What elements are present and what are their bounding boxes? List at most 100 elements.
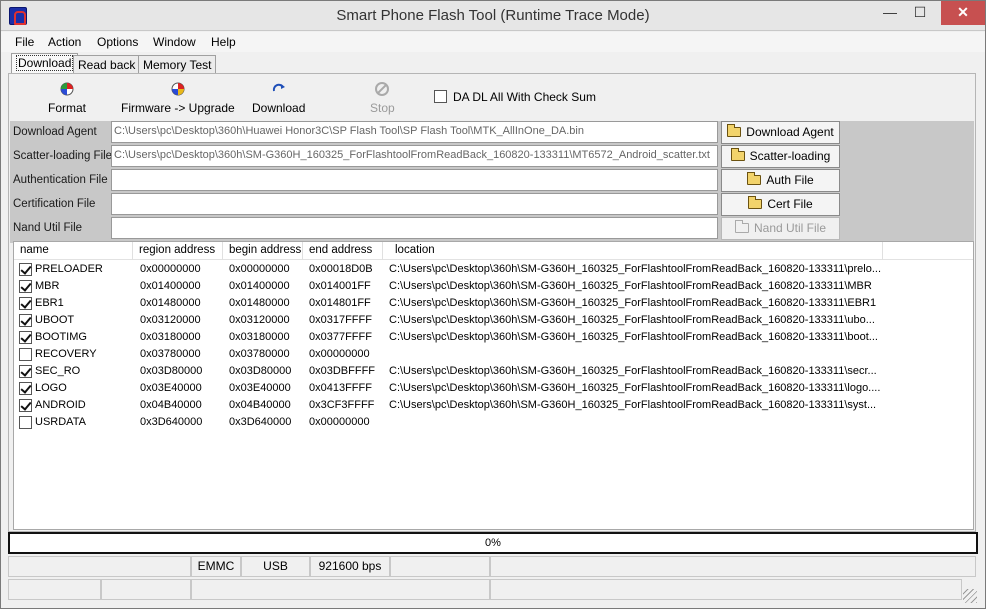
- status-cell-empty: [8, 579, 101, 600]
- firmware-upgrade-label: Firmware -> Upgrade: [121, 101, 235, 115]
- partition-name: LOGO: [35, 382, 67, 394]
- partition-checkbox[interactable]: [19, 382, 32, 395]
- status-cell-empty: [390, 556, 490, 577]
- menu-options[interactable]: Options: [97, 35, 138, 49]
- tab-read-back[interactable]: Read back: [73, 55, 141, 74]
- column-name[interactable]: name: [14, 242, 133, 260]
- partition-region: 0x03780000: [140, 348, 201, 360]
- table-row[interactable]: UBOOT 0x03120000 0x03120000 0x0317FFFF C:\Us…: [14, 312, 973, 329]
- column-location[interactable]: location: [383, 242, 883, 260]
- partition-name: BOOTIMG: [35, 331, 87, 343]
- stop-button[interactable]: Stop: [370, 81, 395, 115]
- firmware-upgrade-icon: [171, 82, 185, 96]
- partition-region: 0x01480000: [140, 297, 201, 309]
- auth-row: Authentication File Auth File: [10, 169, 974, 193]
- title-bar[interactable]: Smart Phone Flash Tool (Runtime Trace Mo…: [1, 1, 985, 31]
- status-cell-empty: [8, 556, 191, 577]
- auth-field[interactable]: [111, 169, 718, 191]
- download-agent-button[interactable]: Download Agent: [721, 121, 840, 144]
- column-begin-address[interactable]: begin address: [223, 242, 303, 260]
- partition-region: 0x03D80000: [140, 365, 203, 377]
- partition-end: 0x03DBFFFF: [309, 365, 376, 377]
- partition-checkbox[interactable]: [19, 263, 32, 276]
- partition-begin: 0x01480000: [229, 297, 290, 309]
- download-agent-button-label: Download Agent: [746, 125, 834, 139]
- firmware-upgrade-button[interactable]: Firmware -> Upgrade: [121, 81, 235, 115]
- scatter-loading-button[interactable]: Scatter-loading: [721, 145, 840, 168]
- format-label: Format: [48, 101, 87, 115]
- checksum-label: DA DL All With Check Sum: [453, 90, 596, 104]
- partition-region: 0x03E40000: [140, 382, 202, 394]
- table-row[interactable]: RECOVERY 0x03780000 0x03780000 0x00000000: [14, 346, 973, 363]
- nand-util-file-button[interactable]: Nand Util File: [721, 217, 840, 240]
- table-row[interactable]: PRELOADER 0x00000000 0x00000000 0x00018D0B C…: [14, 261, 973, 278]
- partition-begin: 0x3D640000: [229, 416, 292, 428]
- partition-checkbox[interactable]: [19, 280, 32, 293]
- partition-location: C:\Users\pc\Desktop\360h\SM-G360H_160325…: [389, 331, 878, 343]
- resize-grip-icon[interactable]: [963, 589, 977, 603]
- nand-util-file-button-label: Nand Util File: [753, 221, 827, 235]
- table-row[interactable]: USRDATA 0x3D640000 0x3D640000 0x00000000: [14, 414, 973, 431]
- download-panel: Format Firmware -> Upgrade Download Stop…: [8, 73, 976, 532]
- nand-field[interactable]: [111, 217, 718, 239]
- download-agent-field[interactable]: C:\Users\pc\Desktop\360h\Huawei Honor3C\…: [111, 121, 718, 143]
- column-end-address[interactable]: end address: [303, 242, 383, 260]
- table-row[interactable]: SEC_RO 0x03D80000 0x03D80000 0x03DBFFFF C:\U…: [14, 363, 973, 380]
- column-region-address[interactable]: region address: [133, 242, 223, 260]
- table-row[interactable]: ANDROID 0x04B40000 0x04B40000 0x3CF3FFFF C:\…: [14, 397, 973, 414]
- partition-name: USRDATA: [35, 416, 86, 428]
- menu-action[interactable]: Action: [48, 35, 81, 49]
- table-row[interactable]: MBR 0x01400000 0x01400000 0x014001FF C:\User…: [14, 278, 973, 295]
- status-cell-empty: [191, 579, 490, 600]
- partition-checkbox[interactable]: [19, 365, 32, 378]
- partition-checkbox[interactable]: [19, 331, 32, 344]
- download-button[interactable]: Download: [252, 81, 305, 115]
- partition-checkbox[interactable]: [19, 314, 32, 327]
- partition-region: 0x01400000: [140, 280, 201, 292]
- progress-bar: 0%: [8, 532, 978, 554]
- close-button[interactable]: ✕: [941, 1, 985, 25]
- nand-label: Nand Util File: [13, 222, 83, 234]
- checksum-checkbox[interactable]: [434, 90, 447, 103]
- cert-field[interactable]: [111, 193, 718, 215]
- partition-region: 0x03120000: [140, 314, 201, 326]
- partition-checkbox[interactable]: [19, 348, 32, 361]
- partition-checkbox[interactable]: [19, 297, 32, 310]
- partition-end: 0x0377FFFF: [309, 331, 372, 343]
- menu-file[interactable]: File: [15, 35, 34, 49]
- maximize-button[interactable]: ☐: [907, 1, 933, 25]
- table-row[interactable]: LOGO 0x03E40000 0x03E40000 0x0413FFFF C:\Use…: [14, 380, 973, 397]
- tab-download[interactable]: Download: [11, 53, 79, 74]
- folder-icon: [730, 148, 745, 161]
- status-port: USB: [241, 556, 310, 577]
- menu-help[interactable]: Help: [211, 35, 236, 49]
- cert-label: Certification File: [13, 198, 96, 210]
- folder-icon: [748, 196, 763, 209]
- partition-region: 0x00000000: [140, 263, 201, 275]
- table-row[interactable]: BOOTIMG 0x03180000 0x03180000 0x0377FFFF C:\…: [14, 329, 973, 346]
- partition-checkbox[interactable]: [19, 416, 32, 429]
- scatter-row: Scatter-loading File C:\Users\pc\Desktop…: [10, 145, 974, 169]
- partition-begin: 0x03180000: [229, 331, 290, 343]
- partition-checkbox[interactable]: [19, 399, 32, 412]
- partition-end: 0x00000000: [309, 348, 370, 360]
- toolbar: Format Firmware -> Upgrade Download Stop…: [10, 75, 974, 121]
- partition-table: name region address begin address end ad…: [13, 241, 974, 530]
- checksum-option[interactable]: DA DL All With Check Sum: [434, 90, 596, 104]
- download-label: Download: [252, 101, 306, 115]
- partition-location: C:\Users\pc\Desktop\360h\SM-G360H_160325…: [389, 297, 877, 309]
- partition-end: 0x0317FFFF: [309, 314, 372, 326]
- partition-name: ANDROID: [35, 399, 86, 411]
- download-refresh-icon: [272, 83, 285, 92]
- menu-window[interactable]: Window: [153, 35, 196, 49]
- cert-file-button[interactable]: Cert File: [721, 193, 840, 216]
- partition-location: C:\Users\pc\Desktop\360h\SM-G360H_160325…: [389, 263, 882, 275]
- auth-file-button[interactable]: Auth File: [721, 169, 840, 192]
- scatter-field[interactable]: C:\Users\pc\Desktop\360h\SM-G360H_160325…: [111, 145, 718, 167]
- table-row[interactable]: EBR1 0x01480000 0x01480000 0x014801FF C:\Use…: [14, 295, 973, 312]
- tab-memory-test[interactable]: Memory Test: [138, 55, 217, 74]
- partition-location: C:\Users\pc\Desktop\360h\SM-G360H_160325…: [389, 314, 875, 326]
- minimize-button[interactable]: —: [875, 1, 905, 25]
- partition-begin: 0x03120000: [229, 314, 290, 326]
- format-button[interactable]: Format: [48, 81, 86, 115]
